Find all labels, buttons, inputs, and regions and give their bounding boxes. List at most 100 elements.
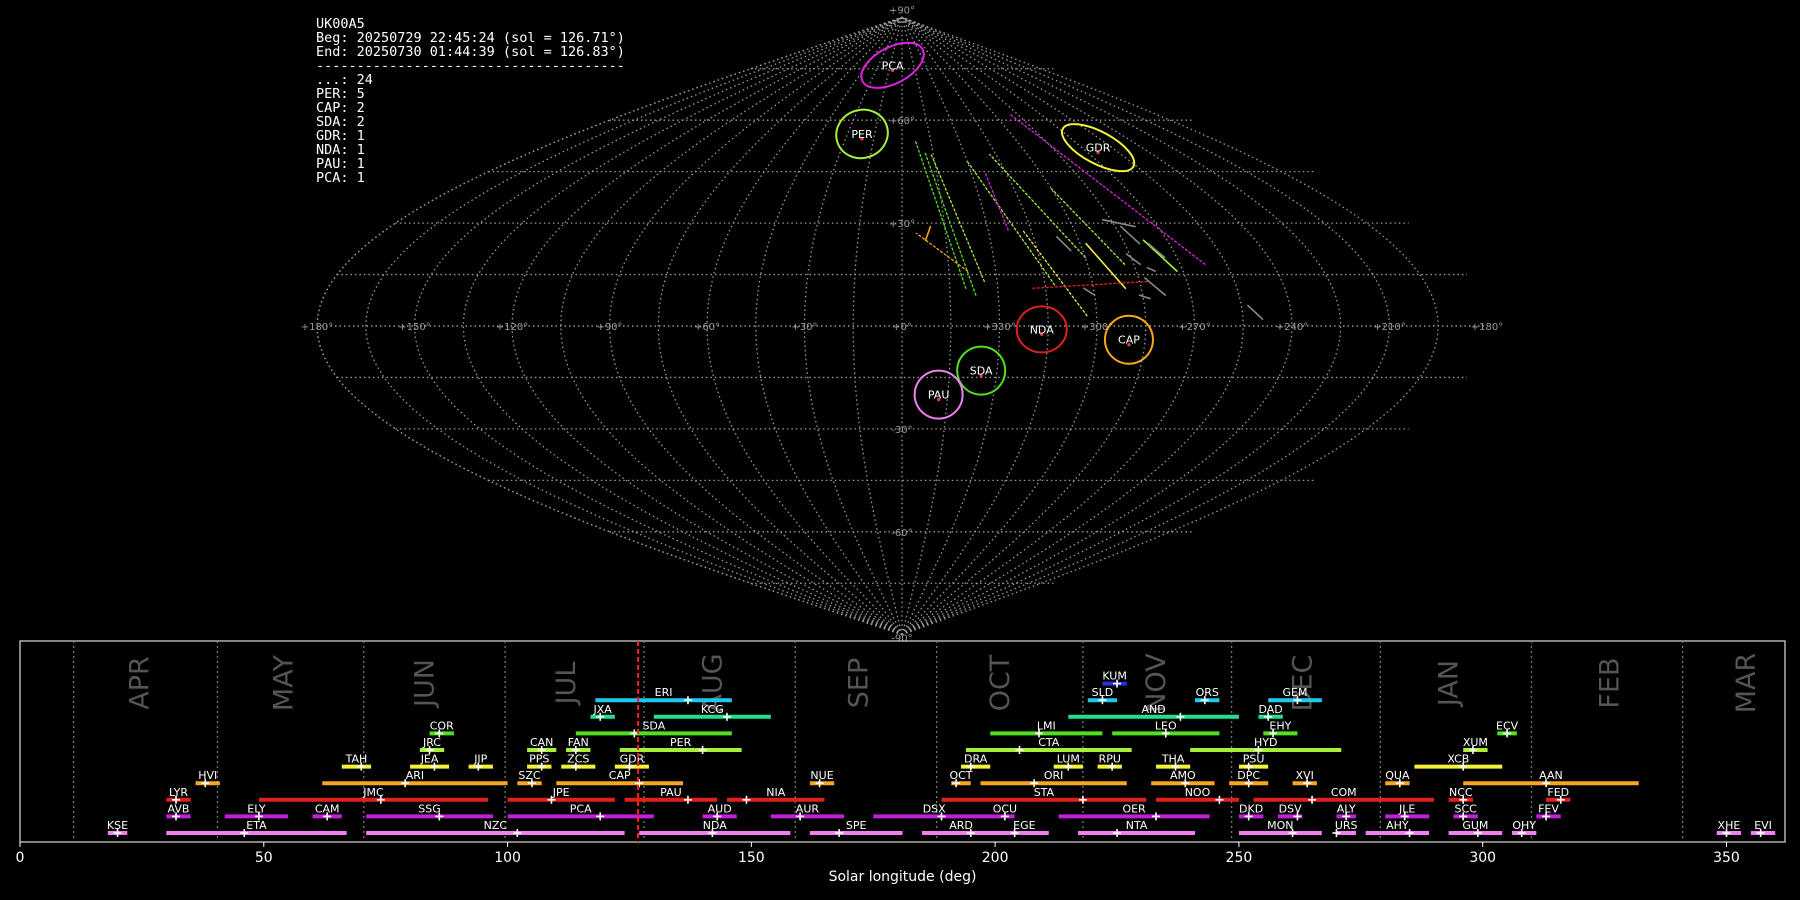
shower-bar-label: URS [1335, 819, 1358, 832]
shower-bar-label: OCU [993, 802, 1017, 815]
lon-tick-label: +270° [1178, 322, 1210, 333]
lon-tick-label: +180° [301, 322, 333, 333]
shower-bar-label: SDA [642, 719, 665, 732]
shower-bar-label: FED [1547, 786, 1569, 799]
meteor-trail [1142, 239, 1178, 272]
shower-bar-label: KUM [1102, 670, 1126, 683]
shower-bar-label: CTA [1038, 736, 1060, 749]
meteor-trail [1008, 112, 1206, 265]
shower-bar-label: LYR [169, 786, 188, 799]
x-tick-label: 250 [1226, 850, 1253, 866]
shower-bar-label: CAN [530, 736, 553, 749]
shower-bar-label: QUA [1385, 769, 1410, 782]
meteor-trail [1247, 304, 1264, 320]
x-tick-label: 300 [1469, 850, 1496, 866]
lon-tick-label: +210° [1373, 322, 1405, 333]
shower-bar-label: SCC [1454, 802, 1477, 815]
shower-bar-label: GEM [1283, 686, 1308, 699]
lon-tick-label: +180° [1471, 322, 1503, 333]
shower-bar-label: CAP [609, 769, 631, 782]
month-label: APR [124, 656, 155, 710]
lat-tick-label: +90° [889, 5, 915, 16]
shower-bar-label: SPE [846, 819, 867, 832]
radiant-label: PCA [882, 59, 904, 72]
shower-bar-label: AUR [796, 802, 820, 815]
meteor-trail [1120, 225, 1141, 245]
shower-timeline: APR MAY JUN JUL AUG SEP OCT NOV DEC JAN FEB MARKUME… [16, 640, 1786, 885]
meteor-trail [1146, 266, 1156, 272]
shower-bar-label: KCG [701, 703, 724, 716]
shower-bar-label: PCA [570, 802, 592, 815]
lat-tick-label: +30° [889, 219, 915, 230]
month-label: JAN [1434, 660, 1465, 708]
shower-bar-label: JRC [422, 736, 441, 749]
shower-bar-label: NTA [1126, 819, 1148, 832]
shower-bar-label: PPS [529, 753, 549, 766]
sky-map: +180° +150° +120° +90° +60° +30° +0° +330° +300°… [301, 5, 1503, 644]
shower-bar-label: PSU [1243, 753, 1265, 766]
shower-bar-label: ARI [406, 769, 424, 782]
shower-bar-label: ARD [949, 819, 973, 832]
x-tick-label: 50 [255, 850, 273, 866]
lon-tick-label: +120° [496, 322, 528, 333]
x-axis-title: Solar longitude (deg) [829, 869, 977, 885]
shower-bar-label: XVI [1296, 769, 1314, 782]
shower-bar-label: FEV [1538, 802, 1559, 815]
shower-bar-label: ETA [246, 819, 267, 832]
shower-bar-label: AVB [168, 802, 190, 815]
meteor-trail [1147, 242, 1166, 259]
lon-tick-label: +30° [791, 322, 817, 333]
shower-bar-label: COR [430, 719, 454, 732]
shower-bar-label: DAD [1258, 703, 1282, 716]
x-tick-label: 100 [494, 850, 521, 866]
shower-bar-label: DRA [964, 753, 988, 766]
shower-bar-label: CAM [315, 802, 340, 815]
shower-bar-label: MON [1267, 819, 1293, 832]
radiant-label: SDA [970, 365, 993, 378]
shower-bar-label: AND [1141, 703, 1165, 716]
shower-bar-label: JMC [362, 786, 384, 799]
shower-bar-label: KSE [107, 819, 128, 832]
shower-bar-label: ORI [1044, 769, 1064, 782]
shower-bar-label: JEA [420, 753, 439, 766]
shower-bar-label: AUD [708, 802, 732, 815]
shower-bar-label: NZC [484, 819, 508, 832]
lon-tick-label: +240° [1276, 322, 1308, 333]
shower-bar-label: AHY [1386, 819, 1409, 832]
shower-bar-label: HVI [198, 769, 217, 782]
meteor-trail [984, 170, 1009, 231]
x-tick-label: 0 [16, 850, 25, 866]
lon-tick-label: +330° [983, 322, 1015, 333]
shower-bar-label: EGE [1013, 819, 1035, 832]
shower-bar-label: PER [670, 736, 692, 749]
meteor-trail [914, 140, 967, 289]
shower-bar-label: PAU [660, 786, 682, 799]
meteor-trail [1021, 229, 1088, 317]
meteor-trail [1138, 294, 1151, 300]
shower-bar-label: ECV [1496, 719, 1519, 732]
lat-tick-label: -60° [891, 528, 912, 539]
lat-tick-label: -30° [891, 425, 912, 436]
shower-bar-label: ELY [247, 802, 266, 815]
shower-bar-label: ORS [1196, 686, 1219, 699]
meteor-trail [1144, 277, 1167, 296]
meteor-trail [966, 160, 1056, 286]
shower-bar-label: GUM [1462, 819, 1488, 832]
shower-bar-label: EHY [1269, 719, 1291, 732]
shower-bar-label: SLD [1092, 686, 1114, 699]
shower-bar-label: THA [1161, 753, 1185, 766]
shower-bar-label: EVI [1754, 819, 1772, 832]
x-tick-label: 150 [738, 850, 765, 866]
shower-bar-label: AMO [1170, 769, 1196, 782]
radiant-label: NDA [1030, 323, 1055, 336]
meteor-trail [1125, 253, 1141, 266]
month-label: SEP [844, 658, 875, 708]
shower-bar-label: ALY [1337, 802, 1356, 815]
meteor-trail [1083, 287, 1096, 296]
radiant-label: GDR [1086, 142, 1111, 155]
month-label: FEB [1594, 657, 1625, 708]
shower-bar-label: OHY [1512, 819, 1536, 832]
month-label: JUL [551, 662, 582, 707]
meteor-trail [1032, 280, 1150, 289]
x-tick-label: 200 [982, 850, 1009, 866]
